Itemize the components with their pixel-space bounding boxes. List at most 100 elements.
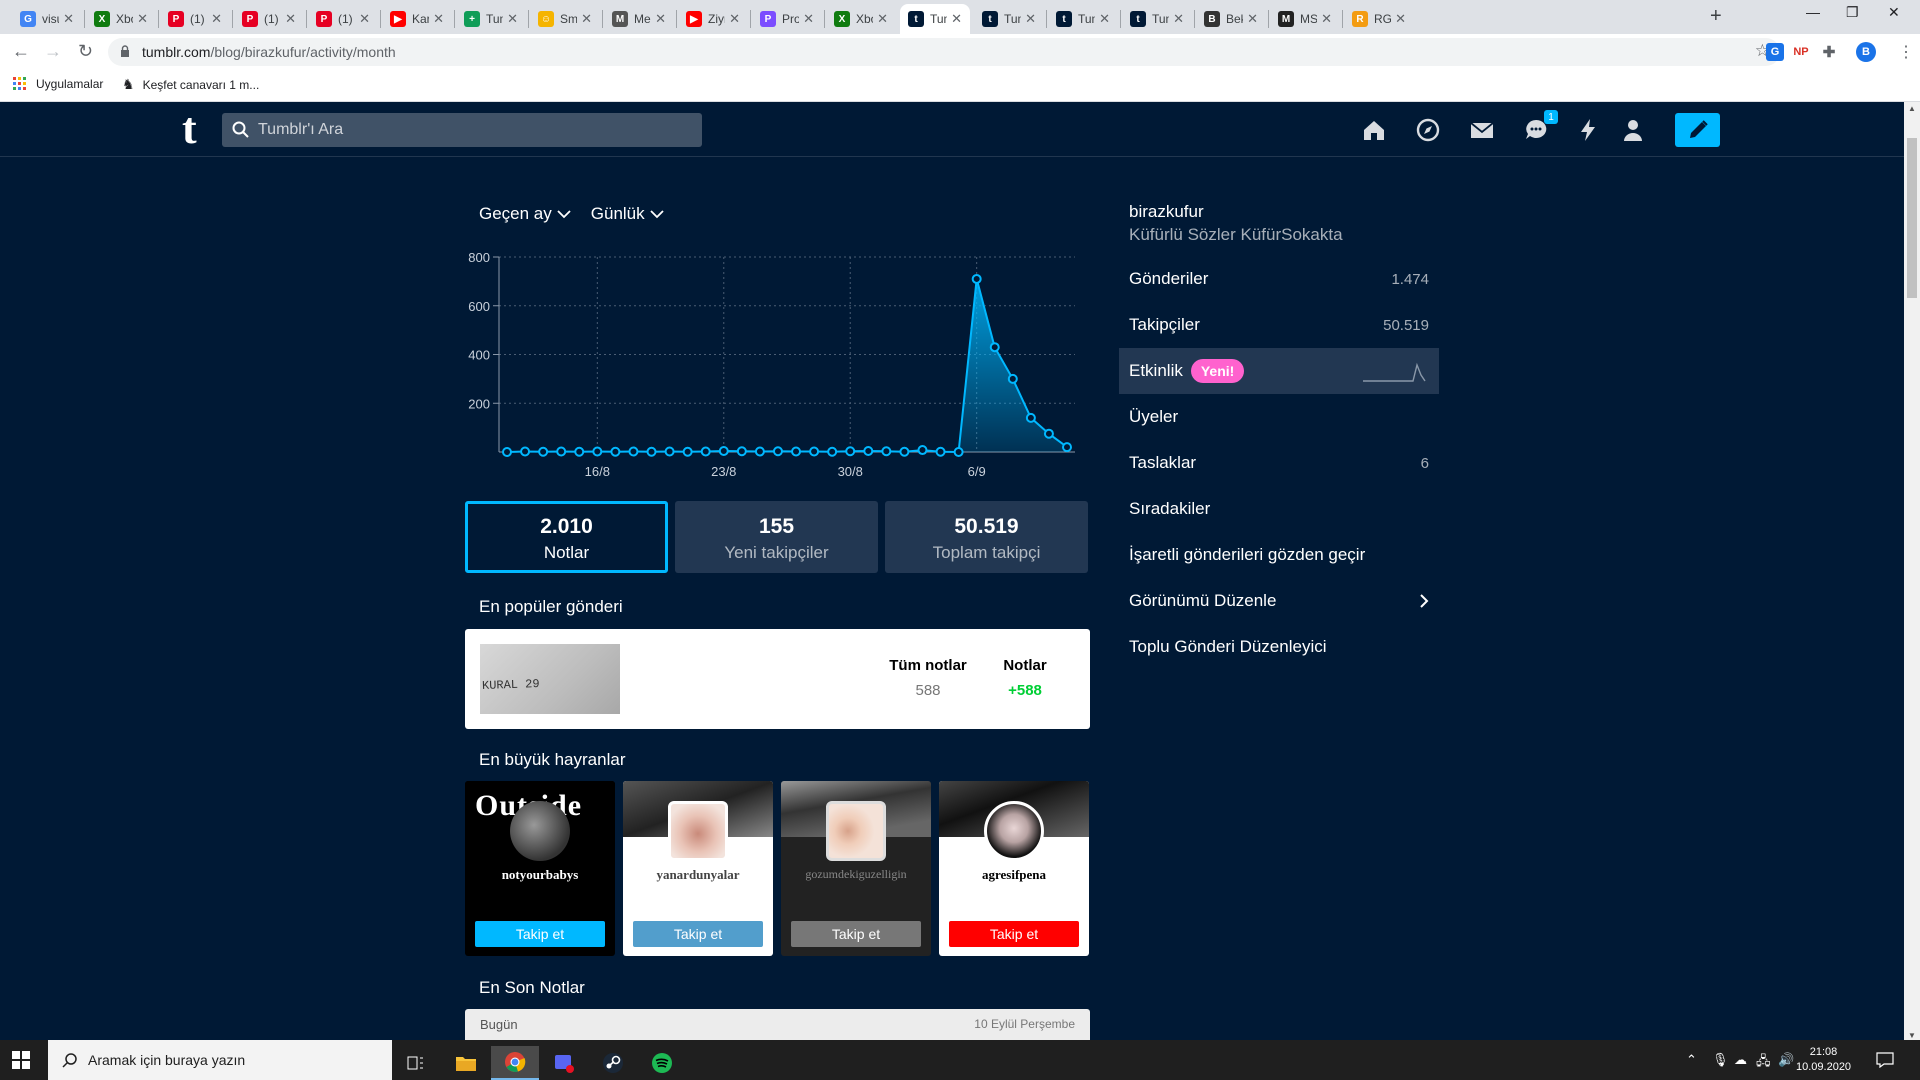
tab-close-icon[interactable]: ✕ [1247, 11, 1258, 27]
tab-close-icon[interactable]: ✕ [1321, 11, 1332, 27]
tab-close-icon[interactable]: ✕ [211, 11, 222, 27]
back-arrow-icon[interactable]: ← [12, 41, 30, 62]
browser-tab[interactable]: X Xbox ✕ [86, 4, 156, 34]
home-icon[interactable] [1361, 117, 1387, 143]
explore-compass-icon[interactable] [1415, 117, 1441, 143]
sidebar-item-drafts[interactable]: Taslaklar 6 [1119, 440, 1439, 486]
tab-close-icon[interactable]: ✕ [285, 11, 296, 27]
tab-close-icon[interactable]: ✕ [507, 11, 518, 27]
browser-menu-icon[interactable]: ⋮ [1898, 42, 1914, 62]
address-bar[interactable]: tumblr.com/blog/birazkufur/activity/mont… [108, 38, 1780, 66]
compose-button[interactable] [1675, 113, 1720, 147]
tab-close-icon[interactable]: ✕ [951, 11, 962, 27]
tab-close-icon[interactable]: ✕ [137, 11, 148, 27]
volume-icon[interactable]: 🔊 [1778, 1052, 1794, 1068]
stat-new-followers[interactable]: 155 Yeni takipçiler [675, 501, 878, 573]
search-input[interactable] [258, 113, 688, 147]
scrollbar-thumb[interactable] [1907, 138, 1917, 298]
page-scrollbar[interactable]: ▲ ▼ [1904, 102, 1920, 1042]
tab-close-icon[interactable]: ✕ [1395, 11, 1406, 27]
browser-tab[interactable]: R RGB✕ [1344, 4, 1414, 34]
follow-button[interactable]: Takip et [949, 921, 1079, 947]
bookmark-kesfet[interactable]: ♞ Keşfet canavarı 1 m... [122, 76, 259, 93]
scroll-up-icon[interactable]: ▲ [1908, 104, 1916, 113]
fan-name[interactable]: yanardunyalar [623, 867, 773, 883]
tumblr-logo[interactable]: t [182, 107, 197, 151]
browser-tab[interactable]: ☺ Smile✕ [530, 4, 600, 34]
tab-close-icon[interactable]: ✕ [729, 11, 740, 27]
puzzle-extensions-icon[interactable]: ✚ [1820, 43, 1838, 61]
browser-tab[interactable]: P (1) P ✕ [234, 4, 304, 34]
tab-close-icon[interactable]: ✕ [1025, 11, 1036, 27]
tab-close-icon[interactable]: ✕ [655, 11, 666, 27]
browser-tab[interactable]: P ProB✕ [752, 4, 822, 34]
extension-icon[interactable]: G [1766, 43, 1784, 61]
sidebar-item-queue[interactable]: Sıradakiler [1119, 486, 1439, 532]
sidebar-item-followers[interactable]: Takipçiler 50.519 [1119, 302, 1439, 348]
popular-post-thumbnail[interactable]: KURAL 29 [480, 644, 620, 714]
forward-arrow-icon[interactable]: → [44, 41, 62, 62]
fan-name[interactable]: gozumdekiguzelligin [781, 867, 931, 882]
stat-notes[interactable]: 2.010 Notlar [465, 501, 668, 573]
fan-avatar[interactable] [510, 801, 570, 861]
file-explorer-icon[interactable] [442, 1046, 490, 1080]
browser-tab[interactable]: P (1) P ✕ [308, 4, 378, 34]
fan-name[interactable]: agresifpena [939, 867, 1089, 883]
bookmark-apps[interactable]: Uygulamalar [12, 76, 103, 92]
sidebar-item-flagged[interactable]: İşaretli gönderileri gözden geçir [1119, 532, 1439, 578]
search-box[interactable] [222, 113, 702, 147]
inbox-mail-icon[interactable] [1469, 117, 1495, 143]
task-view-icon[interactable] [392, 1046, 440, 1080]
period-dropdown[interactable]: Geçen ay [479, 204, 571, 224]
spotify-taskbar-icon[interactable] [638, 1046, 686, 1080]
minimize-icon[interactable]: — [1806, 4, 1820, 20]
windows-start-icon[interactable] [12, 1051, 30, 1069]
notification-center-icon[interactable] [1876, 1052, 1894, 1068]
blog-name[interactable]: birazkufur [1119, 202, 1439, 222]
browser-tab[interactable]: t Tum ✕ [974, 4, 1044, 34]
scroll-down-icon[interactable]: ▼ [1908, 1031, 1916, 1040]
fan-card[interactable]: yanardunyalar Takip et [623, 781, 773, 956]
maximize-icon[interactable]: ❐ [1846, 4, 1859, 21]
network-icon[interactable]: 🖧 [1756, 1052, 1771, 1074]
browser-tab[interactable]: ▶ Ziyn ✕ [678, 4, 748, 34]
browser-tab[interactable]: Gvisual ✕ [12, 4, 82, 34]
np-extension-icon[interactable]: NP [1792, 43, 1810, 61]
tab-close-icon[interactable]: ✕ [359, 11, 370, 27]
tab-close-icon[interactable]: ✕ [433, 11, 444, 27]
sidebar-item-edit-appearance[interactable]: Görünümü Düzenle [1119, 578, 1439, 624]
fan-card[interactable]: Outside notyourbabys Takip et [465, 781, 615, 956]
tab-close-icon[interactable]: ✕ [1099, 11, 1110, 27]
browser-tab[interactable]: + Tum ✕ [456, 4, 526, 34]
sidebar-item-posts[interactable]: Gönderiler 1.474 [1119, 256, 1439, 302]
follow-button[interactable]: Takip et [475, 921, 605, 947]
window-close-icon[interactable]: ✕ [1888, 4, 1900, 21]
browser-tab[interactable]: M MSN✕ [1270, 4, 1340, 34]
fan-name[interactable]: notyourbabys [465, 867, 615, 883]
fan-avatar[interactable] [668, 801, 728, 861]
browser-tab[interactable]: t Tum ✕ [900, 4, 970, 34]
fan-avatar[interactable] [984, 801, 1044, 861]
new-tab-icon[interactable]: + [1710, 5, 1722, 28]
follow-button[interactable]: Takip et [633, 921, 763, 947]
app-taskbar-icon[interactable] [540, 1046, 588, 1080]
fan-card[interactable]: agresifpena Takip et [939, 781, 1089, 956]
granularity-dropdown[interactable]: Günlük [591, 204, 664, 224]
tab-close-icon[interactable]: ✕ [581, 11, 592, 27]
taskbar-search[interactable]: Aramak için buraya yazın [48, 1040, 392, 1080]
sidebar-item-members[interactable]: Üyeler [1119, 394, 1439, 440]
browser-tab[interactable]: X Xbox ✕ [826, 4, 896, 34]
browser-tab[interactable]: M Meri ✕ [604, 4, 674, 34]
browser-tab[interactable]: t Tum ✕ [1048, 4, 1118, 34]
tab-close-icon[interactable]: ✕ [877, 11, 888, 27]
fan-avatar[interactable] [826, 801, 886, 861]
onedrive-cloud-icon[interactable]: ☁ [1734, 1052, 1747, 1068]
microphone-icon[interactable]: 🎙 [1712, 1052, 1729, 1068]
browser-tab[interactable]: B Beki ✕ [1196, 4, 1266, 34]
fan-card[interactable]: gozumdekiguzelligin Takip et [781, 781, 931, 956]
tab-close-icon[interactable]: ✕ [1173, 11, 1184, 27]
follow-button[interactable]: Takip et [791, 921, 921, 947]
taskbar-clock[interactable]: 21:08 10.09.2020 [1796, 1045, 1851, 1075]
tab-close-icon[interactable]: ✕ [63, 11, 74, 27]
steam-taskbar-icon[interactable] [589, 1046, 637, 1080]
